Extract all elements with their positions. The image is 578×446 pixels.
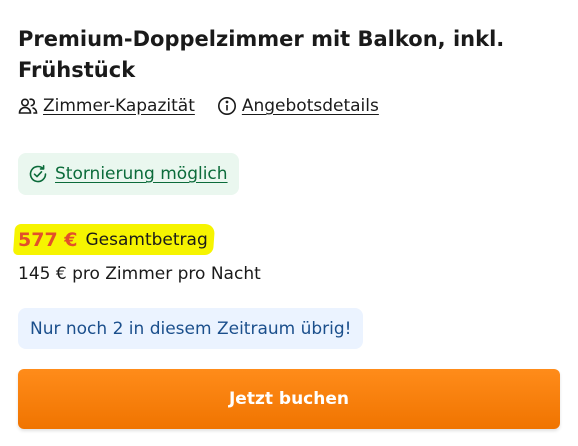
cancellation-link[interactable]: Stornierung möglich xyxy=(55,164,228,184)
room-offer-card: Premium-Doppelzimmer mit Balkon, inkl. F… xyxy=(0,0,578,446)
room-title: Premium-Doppelzimmer mit Balkon, inkl. F… xyxy=(18,27,505,82)
info-icon xyxy=(217,96,237,116)
price-per-night: 145 € pro Zimmer pro Nacht xyxy=(18,264,261,284)
offer-details-link-label: Angebotsdetails xyxy=(241,96,379,116)
clock-check-icon xyxy=(28,164,48,184)
availability-notice: Nur noch 2 in diesem Zeitraum übrig! xyxy=(18,308,364,349)
book-now-button[interactable]: Jetzt buchen xyxy=(18,369,560,429)
total-price: 577 € xyxy=(18,228,78,251)
cancellation-badge: Stornierung möglich xyxy=(18,153,239,195)
total-price-row: 577 € Gesamtbetrag xyxy=(12,224,216,255)
people-icon xyxy=(18,96,38,116)
capacity-link[interactable]: Zimmer-Kapazität xyxy=(18,96,195,116)
capacity-link-label: Zimmer-Kapazität xyxy=(43,96,195,116)
total-price-label: Gesamtbetrag xyxy=(85,229,208,250)
offer-details-link[interactable]: Angebotsdetails xyxy=(217,96,379,116)
room-links: Zimmer-Kapazität Angebotsdetails xyxy=(18,96,379,116)
